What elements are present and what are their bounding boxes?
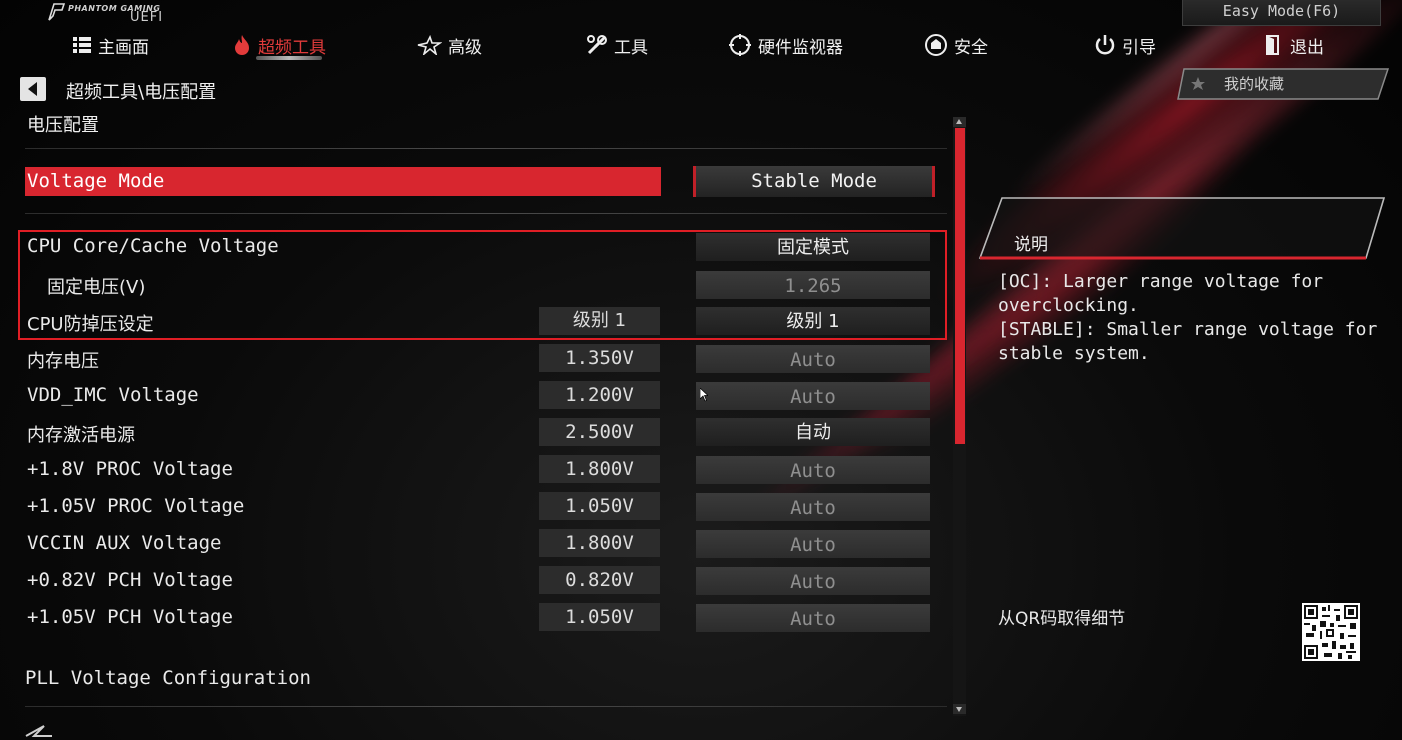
- divider: [25, 213, 947, 214]
- 1-05v-proc-select[interactable]: Auto: [696, 493, 930, 521]
- easy-mode-button[interactable]: Easy Mode(F6): [1182, 0, 1381, 26]
- tab-label: 安全: [954, 37, 988, 58]
- exit-door-icon: [1266, 35, 1279, 55]
- 1-05v-pch-current-value: 1.050V: [539, 603, 660, 631]
- tab-boot[interactable]: 引导: [1094, 30, 1156, 60]
- scroll-up-arrow-icon[interactable]: [953, 117, 966, 127]
- star-icon: [417, 35, 442, 55]
- favorites-label: 我的收藏: [1224, 75, 1285, 93]
- description-text: [OC]: Larger range voltage for overclock…: [998, 270, 1388, 366]
- dram-voltage-current-value: 1.350V: [539, 344, 660, 372]
- tab-security[interactable]: 安全: [924, 30, 988, 60]
- row-label-0-82v-pch-voltage: +0.82V PCH Voltage: [27, 569, 233, 591]
- tab-label: 引导: [1122, 37, 1156, 58]
- back-button[interactable]: [20, 77, 46, 101]
- voltage-mode-select[interactable]: Stable Mode: [693, 166, 935, 197]
- flame-icon: [235, 35, 249, 55]
- dram-activating-current-value: 2.500V: [539, 418, 660, 446]
- tab-tool[interactable]: 工具: [586, 30, 648, 60]
- tab-hw-monitor[interactable]: 硬件监视器: [728, 30, 843, 60]
- monitor-crosshair-icon: [729, 34, 751, 56]
- breadcrumb: 超频工具\电压配置: [66, 82, 217, 103]
- tab-label: 退出: [1290, 37, 1324, 58]
- description-line: overclocking.: [998, 295, 1139, 316]
- tab-label: 主画面: [98, 37, 149, 58]
- row-label-dram-voltage: 内存电压: [27, 351, 99, 372]
- voltage-mode-label: Voltage Mode: [27, 170, 165, 192]
- 1-05v-proc-current-value: 1.050V: [539, 492, 660, 520]
- tab-label: 工具: [614, 37, 648, 58]
- description-line: [OC]: Larger range voltage for: [998, 271, 1324, 292]
- row-label-1-05v-pch-voltage: +1.05V PCH Voltage: [27, 606, 233, 628]
- top-bar: PHANTOM GAMING UEFI Easy Mode(F6) 主画面 超频…: [0, 0, 1402, 66]
- shield-icon: [925, 34, 947, 56]
- dram-activating-select[interactable]: 自动: [696, 418, 930, 446]
- page-title: 电压配置: [27, 115, 99, 136]
- divider: [25, 148, 947, 149]
- vdd-imc-current-value: 1.200V: [539, 381, 660, 409]
- description-line: stable system.: [998, 343, 1150, 364]
- power-icon: [1095, 35, 1115, 55]
- description-line: [STABLE]: Smaller range voltage for: [998, 319, 1378, 340]
- phantom-logo-icon: [48, 3, 66, 21]
- selection-highlight-frame: [18, 230, 947, 340]
- dram-voltage-select[interactable]: Auto: [696, 345, 930, 373]
- 1-8v-proc-current-value: 1.800V: [539, 455, 660, 483]
- vccin-aux-current-value: 1.800V: [539, 529, 660, 557]
- 1-05v-pch-select[interactable]: Auto: [696, 604, 930, 632]
- vdd-imc-select[interactable]: Auto: [696, 382, 930, 410]
- row-label-vccin-aux-voltage: VCCIN AUX Voltage: [27, 532, 222, 554]
- tab-label: 超频工具: [258, 37, 326, 58]
- vccin-aux-select[interactable]: Auto: [696, 530, 930, 558]
- pll-voltage-configuration-link[interactable]: PLL Voltage Configuration: [25, 667, 311, 689]
- row-label-vdd-imc-voltage: VDD_IMC Voltage: [27, 384, 199, 406]
- scrollbar-thumb[interactable]: [955, 128, 965, 444]
- row-label-1-05v-proc-voltage: +1.05V PROC Voltage: [27, 495, 245, 517]
- row-label-dram-activating-power: 内存激活电源: [27, 425, 135, 446]
- qr-code-icon: [1302, 603, 1360, 661]
- 0-82v-pch-current-value: 0.820V: [539, 566, 660, 594]
- mouse-pointer-icon: [700, 388, 708, 402]
- active-tab-indicator: [256, 56, 322, 60]
- tab-advanced[interactable]: 高级: [416, 30, 482, 60]
- tab-label: 硬件监视器: [758, 37, 843, 58]
- divider: [25, 706, 947, 707]
- description-title: 说明: [1014, 235, 1048, 255]
- row-label-1-8v-proc-voltage: +1.8V PROC Voltage: [27, 458, 233, 480]
- 1-8v-proc-select[interactable]: Auto: [696, 456, 930, 484]
- tab-exit[interactable]: 退出: [1264, 30, 1324, 60]
- qr-code-label: 从QR码取得细节: [998, 609, 1126, 629]
- scroll-down-arrow-icon[interactable]: [953, 704, 966, 714]
- tools-icon: [587, 35, 607, 55]
- tab-main[interactable]: 主画面: [72, 30, 149, 60]
- 0-82v-pch-select[interactable]: Auto: [696, 567, 930, 595]
- corner-decoration-icon: [25, 725, 52, 737]
- logo-uefi: UEFI: [130, 10, 164, 25]
- tab-label: 高级: [448, 37, 482, 58]
- phantom-gaming-logo: PHANTOM GAMING UEFI: [46, 2, 176, 25]
- grid-list-icon: [73, 37, 91, 53]
